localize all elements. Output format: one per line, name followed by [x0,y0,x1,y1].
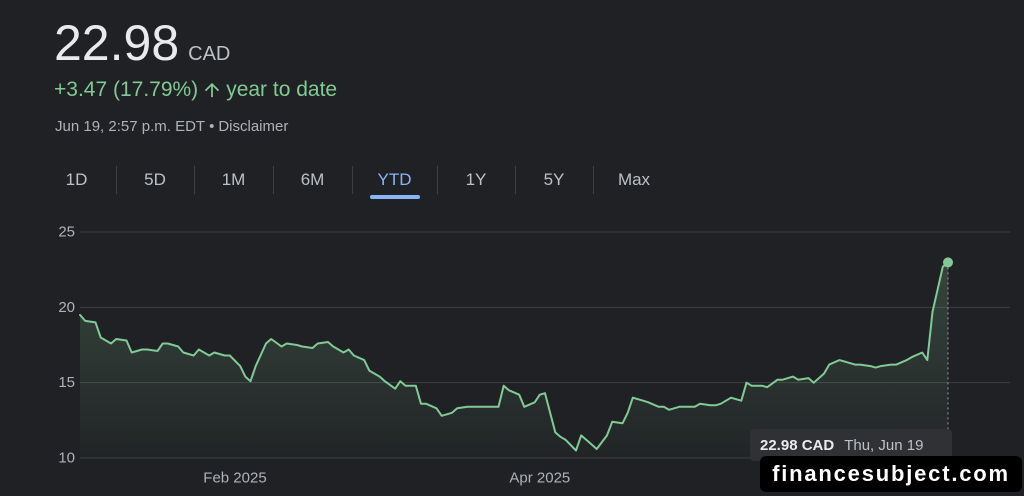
price-header: 22.98 CAD [54,18,230,68]
tooltip-value: 22.98 CAD [760,436,835,454]
hover-point [943,257,953,268]
y-tick-label: 25 [58,224,75,241]
tab-1y[interactable]: 1Y [437,162,515,198]
price-change-row: +3.47 (17.79%) year to date [54,78,337,102]
currency-label: CAD [188,43,231,65]
tab-1m[interactable]: 1M [194,162,273,198]
tab-max[interactable]: Max [593,162,675,198]
x-tick-label: Feb 2025 [203,470,266,487]
tab-6m[interactable]: 6M [273,162,352,198]
disclaimer-link[interactable]: Disclaimer [218,118,288,135]
tooltip-date: Thu, Jun 19 [844,436,924,454]
y-tick-label: 15 [58,374,75,391]
price-change: +3.47 (17.79%) [54,78,199,101]
x-tick-label: Apr 2025 [509,470,570,487]
quote-meta: Jun 19, 2:57 p.m. EDT • Disclaimer [55,117,288,137]
tab-ytd[interactable]: YTD [352,162,437,199]
watermark: financesubject.com [760,456,1022,492]
tab-5y[interactable]: 5Y [515,162,593,198]
y-tick-label: 20 [58,299,75,316]
quote-timestamp: Jun 19, 2:57 p.m. EDT [55,118,206,135]
current-price: 22.98 [54,15,180,71]
change-period: year to date [226,78,338,101]
y-tick-label: 10 [58,450,75,467]
price-chart[interactable]: 25 20 15 10 Feb 2025 Apr 2025 [0,0,1024,496]
range-tabs: 1D 5D 1M 6M YTD 1Y 5Y Max [37,162,675,199]
tab-1d[interactable]: 1D [37,162,116,198]
arrow-up-icon [204,82,220,98]
meta-separator: • [209,118,215,135]
tab-5d[interactable]: 5D [116,162,194,198]
